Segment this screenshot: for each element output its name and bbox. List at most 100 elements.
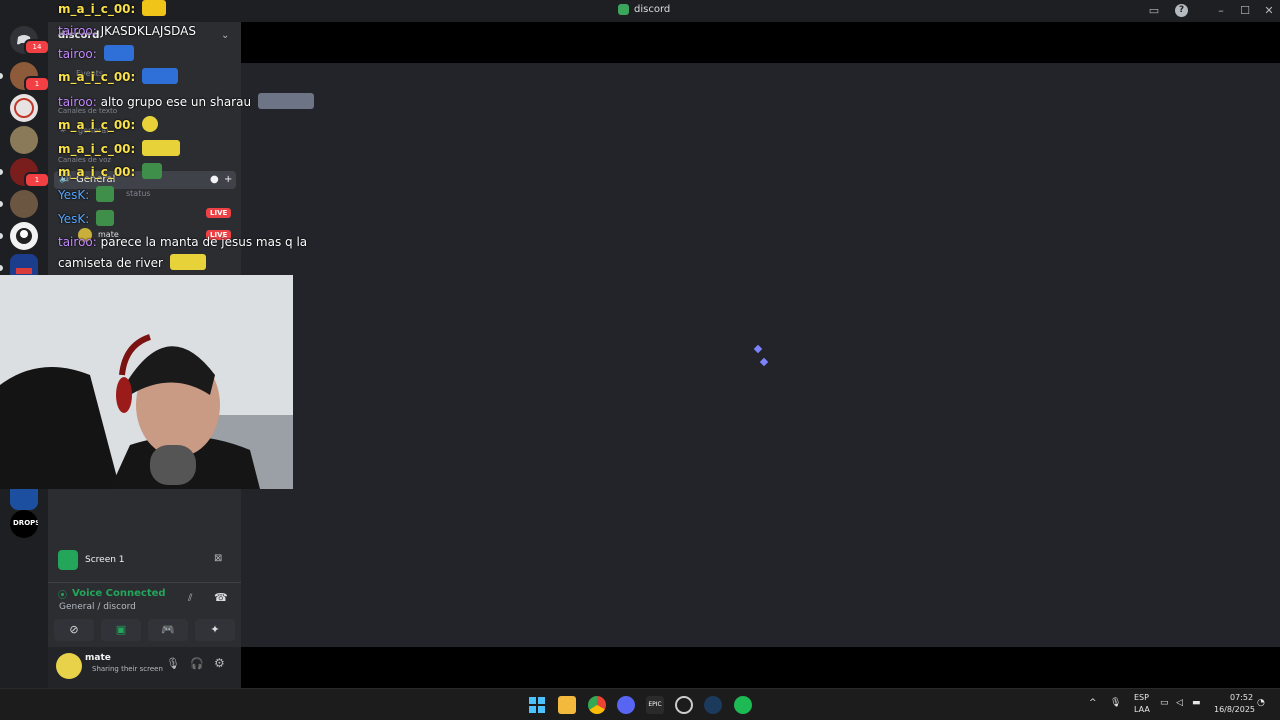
screen-thumb-icon — [58, 550, 78, 570]
windows-taskbar: EPIC ^ 🎙 ESP LAA ▭ ◁ ▬ 07:52 16/8/2025 ◔ — [0, 688, 1280, 720]
drops-server-icon[interactable]: DROPS — [10, 510, 38, 538]
screen-share-panel: Screen 1 ⊠ — [48, 542, 241, 580]
emote-icon — [169, 254, 206, 270]
chat-nick: YesK: — [58, 188, 90, 202]
chat-message: tairoo: parece la manta de jesus mas q l… — [58, 235, 307, 249]
battery-icon[interactable]: ▬ — [1192, 698, 1201, 708]
server-4-icon[interactable] — [10, 126, 38, 154]
help-icon[interactable]: ? — [1175, 4, 1188, 17]
emote-icon — [142, 140, 181, 156]
file-explorer-icon[interactable] — [558, 696, 576, 714]
screen-share-button[interactable]: ▣ — [101, 619, 141, 641]
unread-indicator — [0, 265, 3, 271]
emote-icon — [257, 93, 314, 109]
close-button[interactable]: ✕ — [1261, 3, 1277, 19]
disconnect-icon[interactable]: ☎ — [214, 591, 228, 604]
stream-stage[interactable] — [241, 63, 1280, 647]
user-name[interactable]: mate — [85, 653, 111, 663]
chat-message: YesK: — [58, 186, 115, 202]
chat-message: camiseta de river — [58, 254, 206, 270]
emote-icon — [96, 186, 115, 202]
headphones-icon[interactable]: 🎧 — [190, 657, 204, 670]
soundboard-button[interactable]: ✦ — [195, 619, 235, 641]
minimize-button[interactable]: – — [1213, 3, 1229, 19]
loading-spinner-icon — [753, 344, 763, 354]
server-5-badge: 1 — [24, 172, 50, 188]
microphone-icon[interactable]: 🎙 — [166, 657, 180, 670]
clock-time[interactable]: 07:52 — [1230, 693, 1253, 702]
unread-indicator — [0, 169, 3, 175]
main-stream-area — [241, 22, 1280, 688]
screen-share-icon[interactable]: ▭ — [1146, 3, 1162, 19]
signal-icon[interactable]: ⦿ — [58, 588, 67, 601]
start-icon[interactable] — [528, 696, 546, 714]
notification-bell-icon[interactable]: ◔ — [1257, 698, 1265, 708]
chat-message: tairoo: JKASDKLAJSDAS — [58, 24, 196, 38]
spotify-icon[interactable] — [734, 696, 752, 714]
chat-nick: m_a_i_c_00: — [58, 2, 136, 16]
unread-indicator — [0, 73, 3, 79]
camera-off-button[interactable]: ⊘ — [54, 619, 94, 641]
user-avatar[interactable] — [56, 653, 82, 679]
discord-icon[interactable] — [617, 696, 635, 714]
voice-controls: ⊘ ▣ 🎮 ✦ — [54, 619, 235, 641]
dm-badge: 14 — [24, 39, 50, 55]
window-title: discord — [618, 4, 670, 15]
tray-chevron-up-icon[interactable]: ^ — [1089, 698, 1097, 708]
stream-chat-overlay: m_a_i_c_00: tairoo: JKASDKLAJSDAS tairoo… — [58, 0, 314, 275]
steam-icon[interactable] — [704, 696, 722, 714]
drops-label: DROPS — [13, 519, 38, 527]
settings-gear-icon[interactable]: ⚙ — [214, 656, 225, 670]
emote-icon — [103, 45, 134, 61]
discord-logo-icon — [618, 4, 629, 15]
network-icon[interactable]: ▭ — [1160, 698, 1169, 708]
chat-message: m_a_i_c_00: — [58, 68, 179, 84]
activities-button[interactable]: 🎮 — [148, 619, 188, 641]
chat-nick: m_a_i_c_00: — [58, 142, 136, 156]
obs-icon[interactable] — [675, 696, 693, 714]
emote-icon — [142, 0, 167, 16]
voice-connection-panel: ⦿ Voice Connected General / discord ⫽ ☎ … — [48, 582, 241, 642]
voice-status[interactable]: Voice Connected — [72, 588, 166, 599]
webcam-feed — [0, 275, 293, 489]
voice-location[interactable]: General / discord — [59, 602, 136, 612]
server-3-icon[interactable] — [10, 94, 38, 122]
language-code[interactable]: ESP — [1134, 693, 1149, 702]
chat-message: m_a_i_c_00: — [58, 116, 159, 132]
server-6-icon[interactable] — [10, 190, 38, 218]
volume-icon[interactable]: ◁ — [1176, 698, 1183, 708]
chat-nick: tairoo: — [58, 95, 97, 109]
chat-text: parece la manta de jesus mas q la — [100, 235, 308, 249]
chat-text: JKASDKLAJSDAS — [100, 24, 196, 38]
webcam-overlay — [0, 275, 293, 489]
emote-icon — [142, 116, 159, 132]
chat-nick: m_a_i_c_00: — [58, 118, 136, 132]
user-panel: mate Sharing their screen 🎙 🎧 ⚙ — [48, 647, 241, 688]
unread-indicator — [0, 233, 3, 239]
noise-suppression-icon[interactable]: ⫽ — [188, 593, 192, 604]
window-title-text: discord — [634, 4, 671, 15]
clock-date[interactable]: 16/8/2025 — [1214, 705, 1255, 714]
keyboard-layout[interactable]: LAA — [1134, 705, 1150, 714]
chat-text: camiseta de river — [58, 256, 163, 270]
user-activity: Sharing their screen — [92, 665, 163, 673]
server-2-badge: 1 — [24, 76, 50, 92]
chat-message: m_a_i_c_00: — [58, 140, 181, 156]
emote-icon — [96, 210, 115, 226]
chat-message: tairoo: alto grupo ese un sharau — [58, 93, 314, 109]
unread-indicator — [0, 201, 3, 207]
emote-icon — [142, 163, 163, 179]
loading-spinner-icon — [759, 357, 769, 367]
tray-mic-icon[interactable]: 🎙 — [1110, 698, 1121, 708]
chat-message: m_a_i_c_00: — [58, 163, 163, 179]
chat-nick: tairoo: — [58, 47, 97, 61]
epic-games-icon[interactable]: EPIC — [646, 696, 664, 714]
chrome-icon[interactable] — [588, 696, 606, 714]
screen-label: Screen 1 — [85, 555, 125, 565]
chat-nick: m_a_i_c_00: — [58, 70, 136, 84]
maximize-button[interactable]: ☐ — [1237, 3, 1253, 19]
stop-stream-icon[interactable]: ⊠ — [214, 553, 222, 564]
chat-message: m_a_i_c_00: — [58, 0, 167, 16]
server-7-icon[interactable] — [10, 222, 38, 250]
chat-nick: YesK: — [58, 212, 90, 226]
